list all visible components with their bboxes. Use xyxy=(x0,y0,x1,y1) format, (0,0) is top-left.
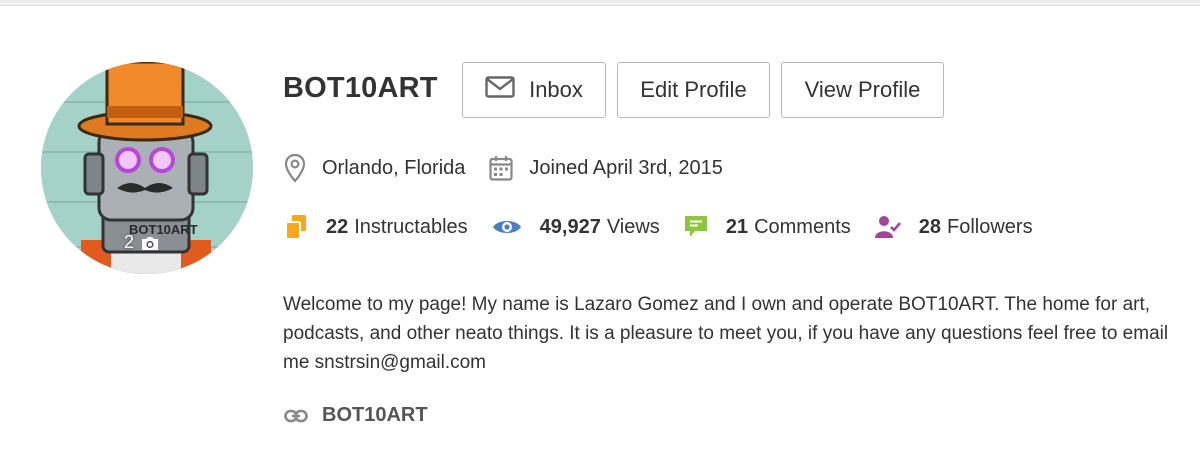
profile-bio: Welcome to my page! My name is Lazaro Go… xyxy=(283,294,1169,373)
views-count: 49,927 xyxy=(539,215,601,238)
joined-date: Joined April 3rd, 2015 xyxy=(489,155,723,181)
comments-label: Comments xyxy=(754,215,851,238)
view-profile-button[interactable]: View Profile xyxy=(781,62,944,118)
views-label: Views xyxy=(606,215,660,238)
location-text: Orlando, Florida xyxy=(322,156,466,179)
envelope-icon xyxy=(485,76,515,104)
stat-followers[interactable]: 28 Followers xyxy=(874,215,1033,239)
followers-count: 28 xyxy=(918,215,942,238)
chain-link-icon xyxy=(284,409,308,423)
profile-link-label: BOT10ART xyxy=(322,404,428,426)
username: BOT10ART xyxy=(283,72,438,104)
instructables-count: 22 xyxy=(326,215,349,238)
inbox-label: Inbox xyxy=(529,77,583,102)
top-border xyxy=(0,0,1200,6)
instructables-label: Instructables xyxy=(354,215,468,238)
stat-comments: 21 Comments xyxy=(684,214,851,240)
followers-label: Followers xyxy=(947,215,1033,238)
photo-count[interactable]: 2 xyxy=(124,232,160,253)
user-check-icon xyxy=(874,215,901,239)
joined-text: Joined April 3rd, 2015 xyxy=(529,156,723,179)
stack-icon xyxy=(284,214,308,240)
calendar-icon xyxy=(489,155,514,181)
comments-count: 21 xyxy=(725,215,749,238)
stat-views: 49,927 Views xyxy=(492,216,660,239)
photo-count-number: 2 xyxy=(124,232,135,252)
map-pin-icon xyxy=(284,153,306,183)
location: Orlando, Florida xyxy=(284,153,465,183)
profile-link[interactable]: BOT10ART xyxy=(284,404,428,427)
profile-meta: Orlando, Florida Joined April 3rd, 2015 xyxy=(284,152,723,184)
profile-stats: 22 Instructables 49,927 Views 21 Comment… xyxy=(284,210,1057,244)
inbox-button[interactable]: Inbox xyxy=(462,62,606,118)
speech-bubble-icon xyxy=(684,214,708,240)
camera-icon xyxy=(140,235,160,251)
eye-icon xyxy=(492,217,522,237)
stat-instructables[interactable]: 22 Instructables xyxy=(284,214,468,240)
edit-profile-button[interactable]: Edit Profile xyxy=(617,62,770,118)
